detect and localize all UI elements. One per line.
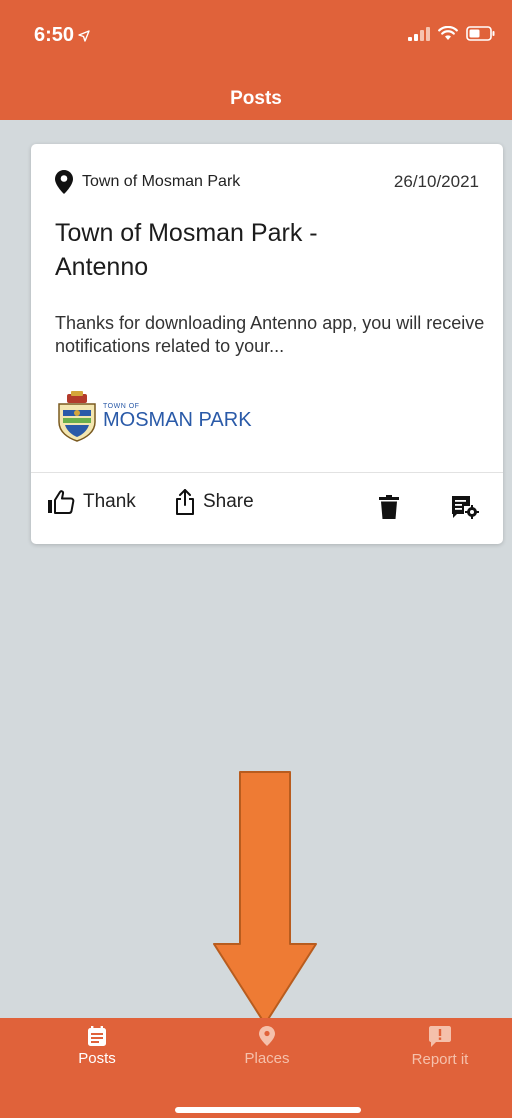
report-alert-icon: [429, 1026, 451, 1047]
post-title: Town of Mosman Park - Antenno: [55, 219, 318, 281]
post-date: 26/10/2021: [393, 172, 479, 191]
logo-big-text: MOSMAN PARK: [103, 408, 252, 431]
card-divider: [31, 472, 503, 473]
down-arrow-annotation: [213, 771, 317, 1025]
share-label: Share: [203, 491, 254, 512]
post-card[interactable]: Town of Mosman Park 26/10/2021 Town of M…: [31, 144, 503, 544]
crest-icon: [58, 391, 96, 442]
post-settings-button[interactable]: [451, 495, 479, 519]
status-bar-time-group: 6:50: [34, 24, 90, 47]
post-actions: Thank Share: [31, 489, 503, 529]
tab-posts[interactable]: Posts: [27, 1026, 167, 1067]
thank-label: Thank: [83, 491, 136, 512]
tab-places[interactable]: Places: [197, 1026, 337, 1067]
map-pin-icon: [259, 1026, 275, 1046]
post-excerpt: Thanks for downloading Antenno app, you …: [55, 313, 485, 356]
thank-button[interactable]: Thank: [47, 489, 136, 515]
post-meta: Town of Mosman Park 26/10/2021: [55, 170, 479, 196]
status-time: 6:50: [34, 24, 75, 46]
delete-button[interactable]: [379, 495, 399, 519]
calendar-icon: [88, 1026, 106, 1046]
page-title: Posts: [230, 88, 282, 109]
tab-posts-label: Posts: [78, 1050, 116, 1067]
status-indicators: [408, 26, 496, 41]
share-button[interactable]: Share: [175, 489, 254, 515]
bottom-tab-bar: Posts Places Report it: [0, 1018, 512, 1118]
battery-icon: [466, 26, 495, 41]
cellular-signal-icon: [408, 26, 430, 41]
tab-report-it-label: Report it: [411, 1051, 469, 1068]
header-bar: 6:50 Posts: [0, 0, 512, 120]
home-indicator: [175, 1107, 361, 1113]
post-settings-icon: [452, 496, 479, 519]
location-arrow-icon: [78, 29, 90, 42]
thumbs-up-icon: [48, 490, 75, 514]
org-logo: TOWN OF MOSMAN PARK: [55, 390, 252, 442]
wifi-icon: [438, 26, 458, 40]
logo-wordmark: TOWN OF MOSMAN PARK: [103, 403, 252, 430]
tab-report-it[interactable]: Report it: [370, 1026, 510, 1068]
share-icon: [176, 489, 194, 515]
tab-places-label: Places: [244, 1050, 290, 1067]
post-place[interactable]: Town of Mosman Park: [55, 170, 240, 194]
post-place-name: Town of Mosman Park: [82, 173, 241, 190]
trash-icon: [379, 495, 399, 519]
map-pin-icon: [55, 170, 73, 194]
